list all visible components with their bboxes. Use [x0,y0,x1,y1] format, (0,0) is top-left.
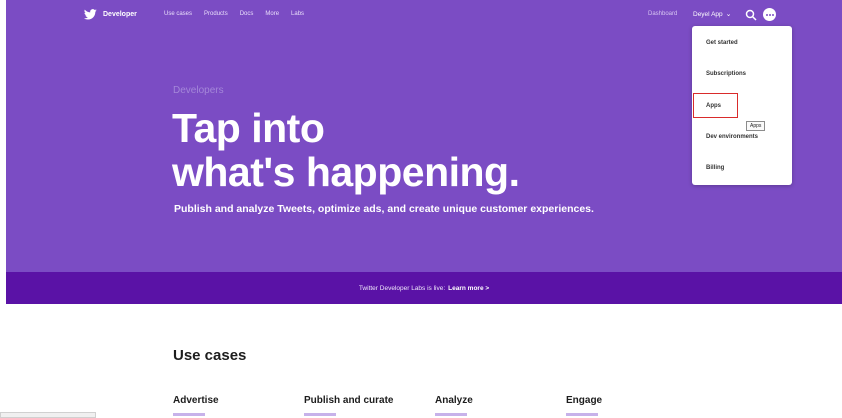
hero-headline-line-2: what's happening. [172,149,520,195]
use-case-accent-line [304,413,336,416]
use-case-analyze[interactable]: Analyze [435,395,473,406]
banner-learn-more-link[interactable]: Learn more > [448,285,489,292]
page: Developer Use cases Products Docs More L… [6,0,842,418]
use-case-publish-and-curate[interactable]: Publish and curate [304,395,393,406]
brand-label: Developer [103,11,137,18]
avatar-icon[interactable] [763,8,776,21]
twitter-bird-icon [84,9,97,20]
hero-subline: Publish and analyze Tweets, optimize ads… [174,203,594,215]
nav-link-docs[interactable]: Docs [240,11,254,17]
account-menu-button[interactable]: Deyel App ⌄ [693,10,732,19]
use-case-accent-line [435,413,467,416]
nav-link-dashboard[interactable]: Dashboard [648,11,677,17]
brand-logo[interactable]: Developer [84,9,137,20]
use-case-accent-line [173,413,205,416]
labs-banner: Twitter Developer Labs is live: Learn mo… [6,272,842,304]
nav-link-labs[interactable]: Labs [291,11,304,17]
search-icon[interactable] [745,9,757,21]
hero-headline-line-1: Tap into [172,105,325,151]
menu-item-get-started[interactable]: Get started [692,33,792,53]
apps-tooltip: Apps [746,121,766,131]
hero-eyebrow: Developers [173,85,224,96]
browser-status-bar [0,412,96,418]
nav-links: Use cases Products Docs More Labs [164,11,304,17]
menu-item-subscriptions[interactable]: Subscriptions [692,64,792,84]
account-menu-label: Deyel App [693,10,723,18]
use-case-advertise[interactable]: Advertise [173,395,219,406]
menu-item-billing[interactable]: Billing [692,158,792,178]
account-dropdown-menu: Get started Subscriptions Apps Dev envir… [692,26,792,185]
nav-link-products[interactable]: Products [204,11,228,17]
hero-headline: Tap into what's happening. [172,106,520,194]
chevron-down-icon: ⌄ [725,11,732,18]
banner-text: Twitter Developer Labs is live: [358,284,446,292]
use-case-engage[interactable]: Engage [566,395,602,406]
use-cases-title: Use cases [173,347,247,364]
nav-link-use-cases[interactable]: Use cases [164,11,192,17]
use-case-accent-line [566,413,598,416]
nav-link-more[interactable]: More [265,11,279,17]
menu-item-apps[interactable]: Apps [693,93,738,118]
menu-item-dev-environments[interactable]: Dev environments [692,127,792,147]
